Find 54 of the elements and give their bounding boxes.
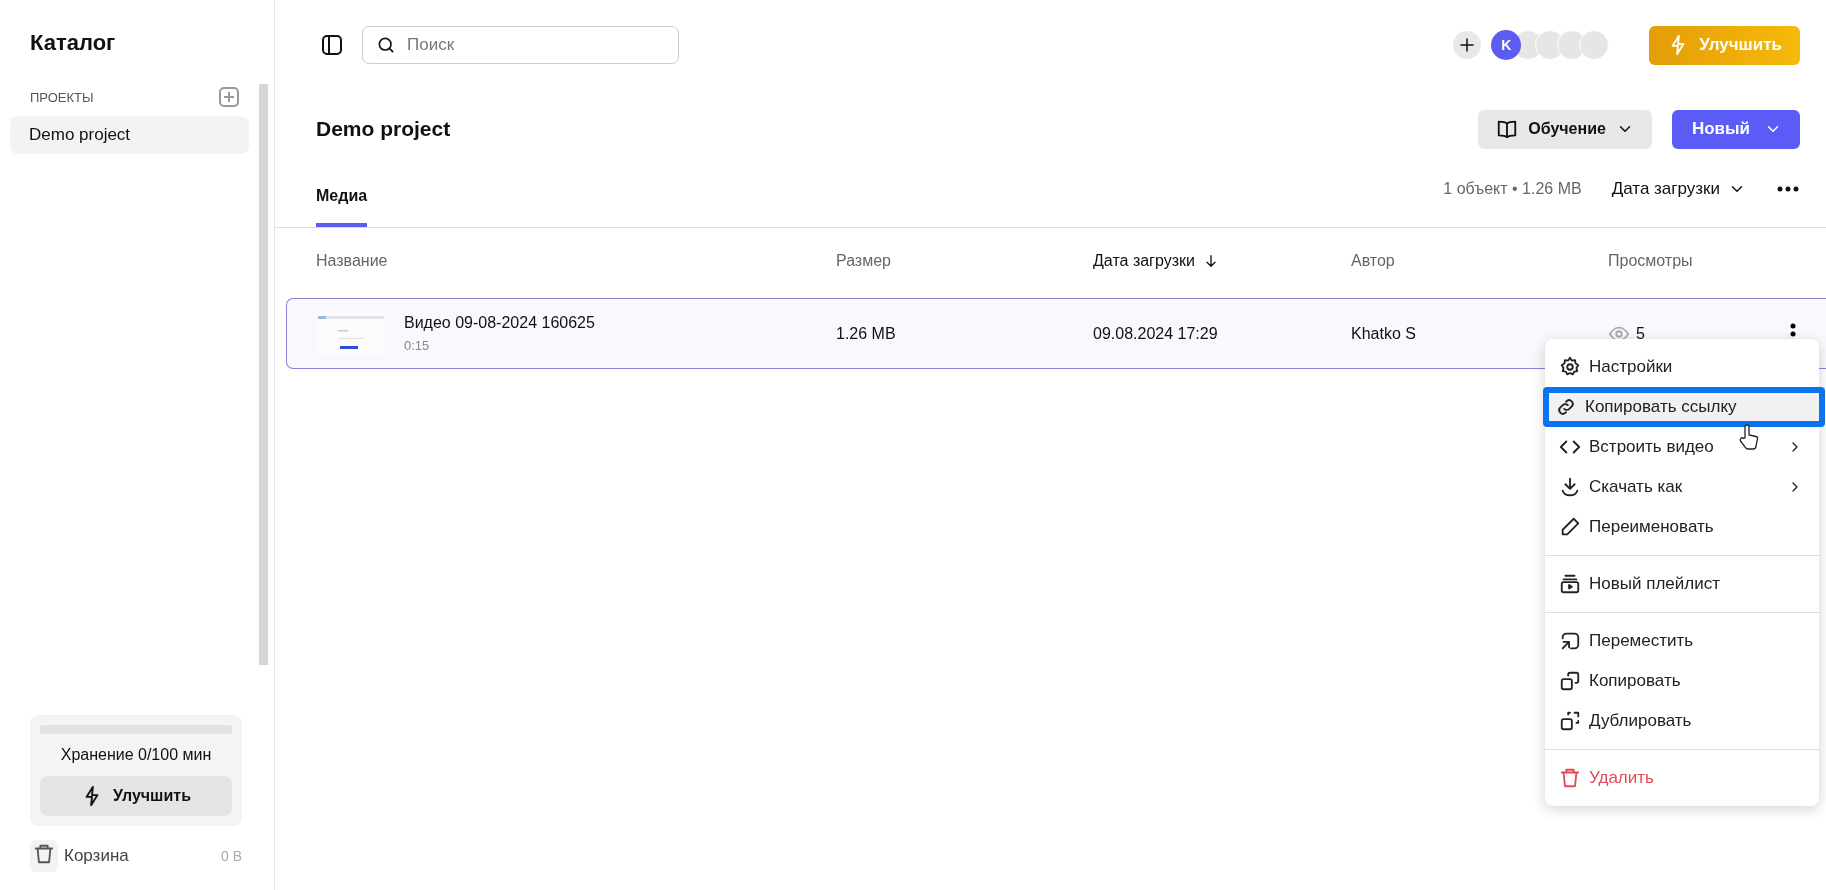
- avatar[interactable]: K: [1491, 30, 1522, 60]
- trash-icon: [33, 843, 55, 865]
- copy-icon: [1559, 670, 1581, 692]
- link-icon: [1555, 396, 1577, 418]
- menu-item[interactable]: Дублировать: [1545, 701, 1819, 741]
- menu-item[interactable]: Удалить: [1545, 758, 1819, 798]
- menu-item[interactable]: Копировать ссылку: [1543, 387, 1825, 427]
- section-label: ПРОЕКТЫ: [30, 89, 94, 105]
- learn-button[interactable]: Обучение: [1478, 109, 1652, 149]
- views-count: 5: [1636, 324, 1645, 343]
- avatar-placeholder: [1579, 30, 1610, 60]
- sort-dropdown[interactable]: Дата загрузки: [1611, 179, 1746, 199]
- media-duration: 0:15: [404, 338, 431, 353]
- media-name[interactable]: Видео 09-08-2024 160625: [404, 314, 595, 332]
- tab[interactable]: Медиа: [316, 169, 368, 227]
- settings-icon: [1559, 356, 1581, 378]
- storage-label: Хранение 0/100 мин: [60, 746, 212, 764]
- plus-icon: [1458, 36, 1477, 54]
- date-cell-text: 09.08.2024 17:29: [1093, 324, 1219, 343]
- catalog-title: Каталог: [30, 30, 117, 56]
- column-header[interactable]: Просмотры: [1608, 252, 1826, 270]
- project-title: Demo project: [316, 117, 452, 141]
- column-header[interactable]: Название: [316, 252, 836, 270]
- column-header[interactable]: Дата загрузки: [1093, 252, 1351, 270]
- duplicate-icon: [1559, 710, 1581, 732]
- sidebar-toggle-icon: [320, 33, 344, 57]
- trash-label[interactable]: Корзина: [64, 846, 215, 866]
- menu-item[interactable]: Переместить: [1545, 621, 1819, 661]
- menu-item[interactable]: Копировать: [1545, 661, 1819, 701]
- pencil-icon: [1559, 516, 1581, 538]
- book-icon: [1496, 118, 1519, 140]
- pointer-hand-icon: [1738, 424, 1760, 450]
- scrollbar[interactable]: [259, 84, 268, 665]
- upgrade-button[interactable]: Улучшить: [40, 776, 232, 816]
- add-icon[interactable]: [219, 87, 239, 107]
- column-header[interactable]: Автор: [1351, 252, 1608, 270]
- playlist-icon: [1559, 573, 1581, 595]
- menu-item[interactable]: Скачать как: [1545, 467, 1819, 507]
- size-cell-text: 1.26 MB: [836, 324, 897, 343]
- author-cell-text: Khatko S: [1351, 324, 1417, 343]
- menu-item[interactable]: Новый плейлист: [1545, 564, 1819, 604]
- new-button[interactable]: Новый: [1671, 109, 1800, 149]
- column-header[interactable]: Размер: [836, 252, 1093, 270]
- menu-item[interactable]: Встроить видео: [1545, 427, 1819, 467]
- trash-size: 0 B: [221, 848, 242, 864]
- menu-item[interactable]: Переименовать: [1545, 507, 1819, 547]
- summary-text: 1 объект • 1.26 MB: [1443, 180, 1582, 198]
- add-member-button[interactable]: [1453, 31, 1482, 59]
- project-item[interactable]: Demo project: [10, 116, 249, 154]
- search-field[interactable]: Поиск: [362, 26, 679, 64]
- move-icon: [1559, 630, 1581, 652]
- more-icon[interactable]: [1776, 185, 1800, 193]
- download-icon: [1559, 476, 1581, 498]
- trash-icon: [1559, 767, 1581, 789]
